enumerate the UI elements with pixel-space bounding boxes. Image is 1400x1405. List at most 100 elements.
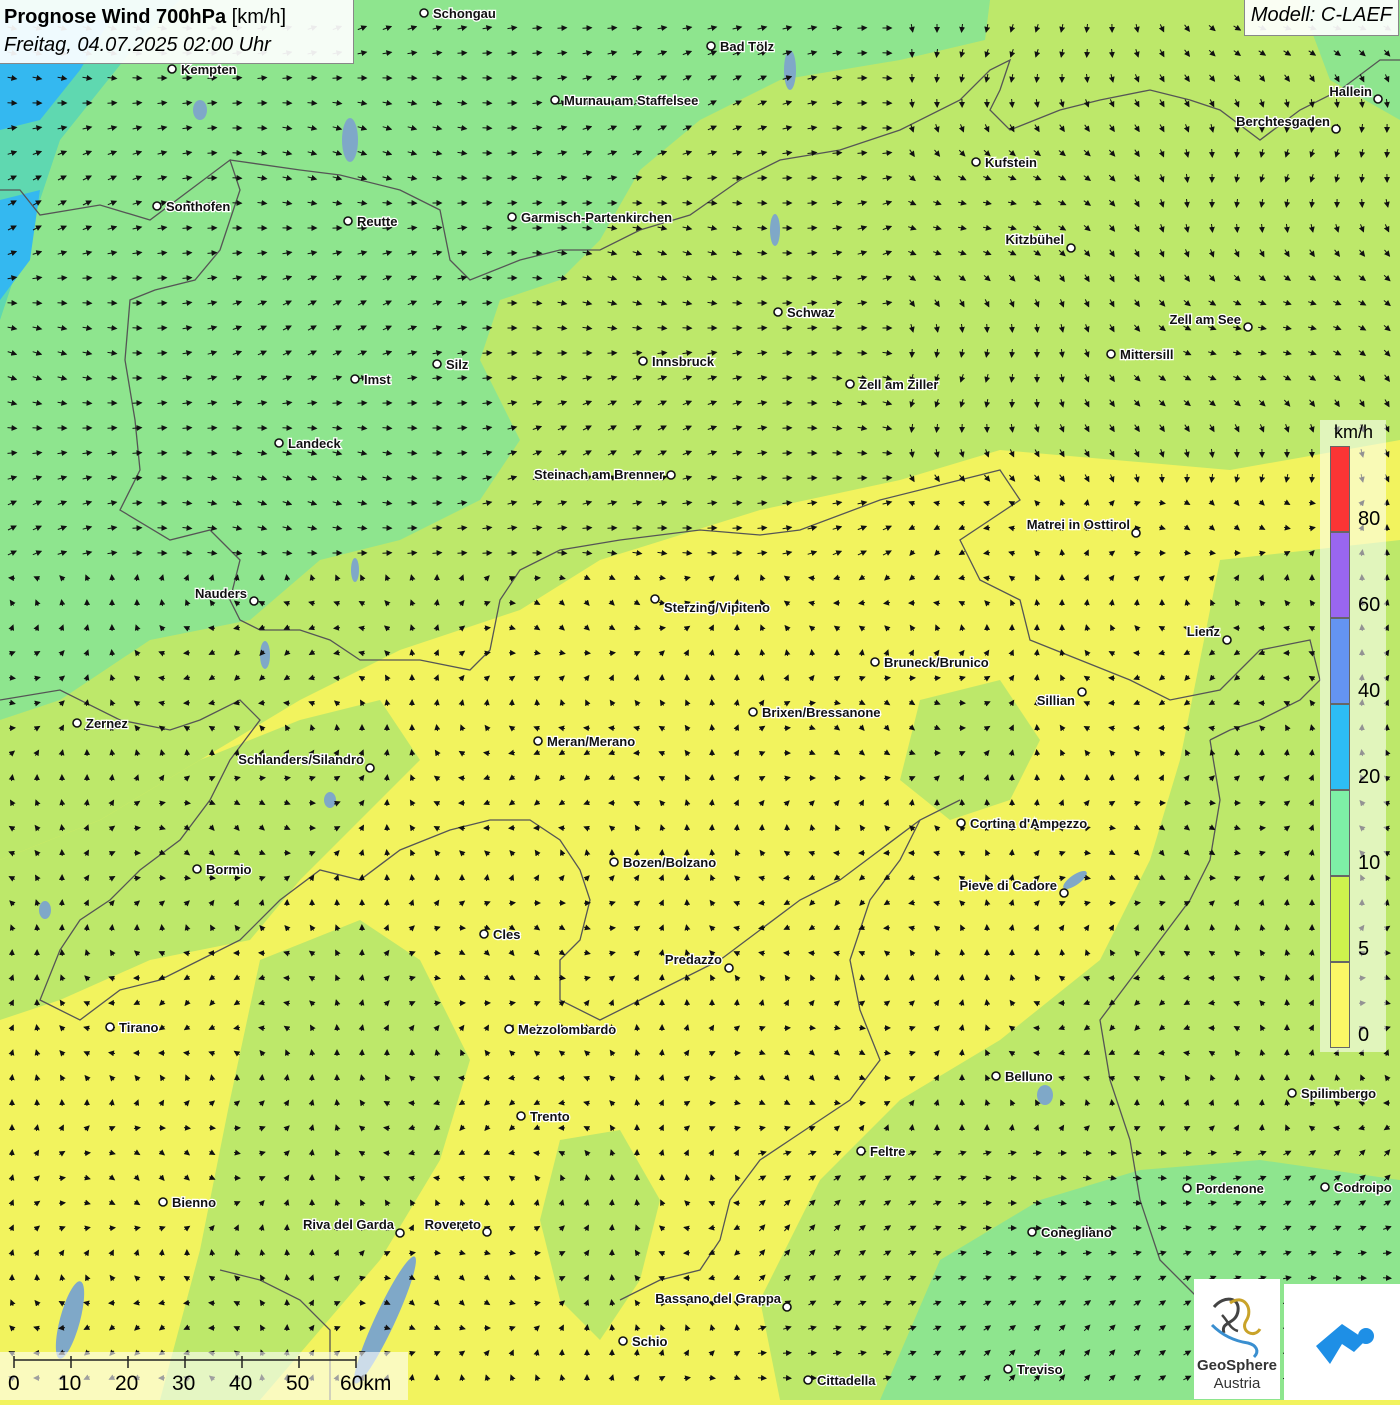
city-garmisch-partenkirchen[interactable]: Garmisch-Partenkirchen: [508, 210, 672, 225]
legend-label-80: 80: [1358, 508, 1380, 531]
city-label: Cittadella: [817, 1373, 876, 1388]
wind-arrow: [662, 975, 663, 981]
city-marker-icon: [1132, 529, 1140, 537]
city-marker-icon: [433, 360, 441, 368]
wind-arrow: [1183, 1203, 1191, 1204]
city-label: Silz: [446, 357, 469, 372]
city-marker-icon: [804, 1376, 812, 1384]
wind-arrow: [733, 303, 742, 304]
wind-arrow: [808, 178, 817, 179]
city-zell-am-ziller[interactable]: Zell am Ziller: [846, 377, 938, 392]
scale-label: 20: [115, 1372, 138, 1396]
city-marker-icon: [366, 764, 374, 772]
wind-arrow: [1387, 149, 1388, 157]
wind-arrow: [84, 1153, 90, 1154]
city-marker-icon: [517, 1112, 525, 1120]
wind-arrow: [833, 328, 842, 329]
city-label: Riva del Garda: [303, 1217, 395, 1232]
wind-arrow: [209, 628, 215, 629]
wind-arrow: [934, 878, 940, 879]
city-label: Imst: [364, 372, 391, 387]
city-marker-icon: [610, 858, 618, 866]
legend-label-0: 0: [1358, 1024, 1369, 1047]
city-marker-icon: [159, 1198, 167, 1206]
city-label: Kitzbühel: [1006, 232, 1065, 247]
wind-arrow: [208, 153, 217, 154]
city-label: Lienz: [1187, 624, 1221, 639]
city-bozen-bolzano[interactable]: Bozen/Bolzano: [610, 855, 716, 870]
city-label: Cortina d'Ampezzo: [970, 816, 1087, 831]
city-label: Rovereto: [425, 1217, 481, 1232]
city-spilimbergo[interactable]: Spilimbergo: [1288, 1086, 1376, 1101]
city-marker-icon: [1374, 95, 1382, 103]
wind-arrow: [1262, 1100, 1263, 1106]
city-pordenone[interactable]: Pordenone: [1183, 1181, 1264, 1196]
legend-color-segment: [1330, 962, 1350, 1048]
wind-arrow: [584, 653, 590, 654]
wind-arrow: [758, 1378, 766, 1379]
wind-arrow: [1259, 828, 1265, 829]
wind-arrow: [483, 128, 492, 129]
wind-arrow: [809, 1028, 815, 1029]
wind-arrow: [558, 203, 567, 204]
city-cortina-d-ampezzo[interactable]: Cortina d'Ampezzo: [957, 816, 1087, 831]
wind-arrow: [262, 1075, 263, 1081]
city-conegliano[interactable]: Conegliano: [1028, 1225, 1112, 1240]
wind-arrow: [512, 1200, 513, 1206]
wind-arrow: [62, 900, 63, 906]
wind-map[interactable]: SchongauBad TölzKemptenMurnau am Staffel…: [0, 0, 1400, 1400]
wind-arrow: [737, 825, 738, 831]
city-marker-icon: [534, 737, 542, 745]
wind-arrow: [1287, 900, 1288, 906]
city-marker-icon: [483, 1228, 491, 1236]
city-label: Kempten: [181, 62, 237, 77]
city-meran-merano[interactable]: Meran/Merano: [534, 734, 635, 749]
wind-arrow: [112, 575, 113, 581]
city-bruneck-brunico[interactable]: Bruneck/Brunico: [871, 655, 989, 670]
wind-arrow: [809, 953, 815, 954]
legend-label-40: 40: [1358, 680, 1380, 703]
city-label: Brixen/Bressanone: [762, 705, 881, 720]
city-marker-icon: [1107, 350, 1115, 358]
wind-arrow: [233, 103, 242, 104]
wind-arrow: [158, 453, 167, 454]
city-marker-icon: [1004, 1365, 1012, 1373]
wind-arrow: [508, 53, 517, 54]
geosphere-logo[interactable]: GeoSphere Austria: [1194, 1279, 1280, 1399]
city-marker-icon: [480, 930, 488, 938]
wind-arrow: [609, 928, 615, 929]
wind-arrow: [59, 1203, 65, 1204]
city-label: Schwaz: [787, 305, 835, 320]
city-mezzolombardo[interactable]: Mezzolombardo: [505, 1022, 616, 1037]
city-label: Bormio: [206, 862, 252, 877]
scale-label: 60km: [340, 1372, 391, 1396]
city-marker-icon: [1067, 244, 1075, 252]
wind-arrow: [387, 900, 388, 906]
city-brixen-bressanone[interactable]: Brixen/Bressanone: [749, 705, 881, 720]
wind-arrow: [987, 800, 988, 806]
warning-app-logo-icon: [1284, 1284, 1400, 1400]
wind-arrow: [33, 428, 42, 429]
geosphere-name: GeoSphere: [1194, 1357, 1280, 1374]
wind-arrow: [834, 853, 840, 854]
wind-arrow: [58, 303, 67, 304]
city-marker-icon: [153, 202, 161, 210]
city-steinach-am-brenner[interactable]: Steinach am Brenner: [534, 467, 675, 482]
legend-color-segment: [1330, 876, 1350, 962]
city-label: Mittersill: [1120, 347, 1173, 362]
wind-arrow: [384, 1153, 390, 1154]
wind-arrow: [883, 78, 892, 79]
city-marker-icon: [651, 595, 659, 603]
wind-arrow: [362, 875, 363, 881]
city-marker-icon: [1244, 323, 1252, 331]
city-murnau-am-staffelsee[interactable]: Murnau am Staffelsee: [551, 93, 698, 108]
wind-arrow: [858, 28, 867, 29]
scale-label: 0: [8, 1372, 20, 1396]
city-label: Reutte: [357, 214, 397, 229]
map-title: Prognose Wind 700hPa [km/h]: [4, 3, 349, 31]
wind-arrow: [558, 553, 567, 554]
app-logo[interactable]: [1284, 1284, 1400, 1400]
wind-arrow: [108, 103, 117, 104]
city-marker-icon: [667, 471, 675, 479]
city-label: Matrei in Osttirol: [1027, 517, 1130, 532]
